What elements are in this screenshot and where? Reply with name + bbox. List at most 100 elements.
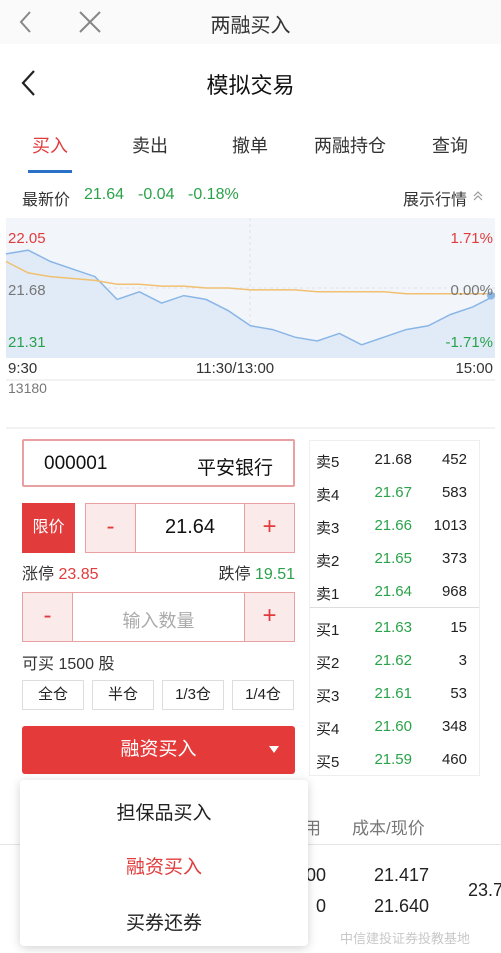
top-bar: 两融买入 xyxy=(0,0,501,44)
order-book-row[interactable]: 买4 21.60 348 xyxy=(310,710,479,742)
latest-price-label: 最新价 xyxy=(22,192,71,209)
volume-max-label: 13180 xyxy=(8,380,47,396)
y-axis-mid-right: 0.00% xyxy=(450,282,493,299)
margin-buy-submit-button[interactable]: 融资买入 xyxy=(22,726,295,774)
order-book-level: 卖4 xyxy=(316,487,340,504)
quote-line: 最新价 21.64 -0.04 -0.18% 展示行情 xyxy=(0,182,501,210)
order-book-volume: 452 xyxy=(441,451,467,468)
fraction-quarter-button[interactable]: 1/4仓 xyxy=(232,680,294,710)
chevron-up-icon[interactable] xyxy=(473,191,483,201)
order-book-volume: 53 xyxy=(450,685,467,702)
y-axis-top-left: 22.05 xyxy=(8,230,46,247)
price-increase-button[interactable]: + xyxy=(244,504,294,552)
price-input[interactable]: 21.64 xyxy=(136,516,244,539)
order-book-price: 21.66 xyxy=(374,517,412,534)
quantity-stepper: - 输入数量 + xyxy=(22,592,295,642)
tab-sell[interactable]: 卖出 xyxy=(100,132,200,158)
order-book-level: 买4 xyxy=(316,721,340,738)
price-change: -0.04 xyxy=(138,186,175,203)
order-book-price: 21.59 xyxy=(374,751,412,768)
fraction-third-button[interactable]: 1/3仓 xyxy=(162,680,224,710)
order-book: 卖5 21.68 452 卖4 21.67 583 卖3 21.66 1013 卖2 21.65 37… xyxy=(309,440,480,776)
order-book-level: 买3 xyxy=(316,688,340,705)
quantity-decrease-button[interactable]: - xyxy=(23,593,73,641)
show-market-toggle[interactable]: 展示行情 xyxy=(403,186,467,210)
limit-prices: 涨停 23.85 跌停 19.51 xyxy=(22,560,295,584)
tab-buy[interactable]: 买入 xyxy=(0,132,100,158)
order-book-row[interactable]: 卖2 21.65 373 xyxy=(310,542,479,574)
holdings-cell: 0 xyxy=(316,896,327,916)
y-axis-top-right: 1.71% xyxy=(450,230,493,247)
order-book-row[interactable]: 买5 21.59 460 xyxy=(310,743,479,775)
order-book-volume: 373 xyxy=(441,550,467,567)
order-book-row[interactable]: 买2 21.62 3 xyxy=(310,644,479,676)
stock-name: 平安银行 xyxy=(196,458,273,479)
fraction-full-button[interactable]: 全仓 xyxy=(22,680,84,710)
order-book-level: 卖3 xyxy=(316,520,340,537)
tab-query[interactable]: 查询 xyxy=(400,132,500,158)
order-book-level: 买5 xyxy=(316,754,340,771)
holdings-cell: 21.417 xyxy=(374,865,430,885)
page-header: 模拟交易 xyxy=(0,44,501,118)
order-book-row[interactable]: 买1 21.63 15 xyxy=(310,611,479,643)
limit-order-type-button[interactable]: 限价 xyxy=(22,503,75,553)
tab-margin-holdings[interactable]: 两融持仓 xyxy=(300,132,400,158)
order-book-level: 卖1 xyxy=(316,586,340,603)
limit-up-label: 涨停 xyxy=(22,566,55,583)
order-book-row[interactable]: 卖5 21.68 452 xyxy=(310,443,479,475)
y-axis-bottom-left: 21.31 xyxy=(8,334,46,351)
order-book-price: 21.68 xyxy=(374,451,412,468)
x-axis-label-start: 9:30 xyxy=(8,360,38,377)
order-book-price: 21.65 xyxy=(374,550,412,567)
caret-down-icon[interactable] xyxy=(269,746,279,754)
order-type-dropdown: 担保品买入 融资买入 买券还券 xyxy=(20,780,308,946)
order-book-row[interactable]: 卖3 21.66 1013 xyxy=(310,509,479,541)
order-book-row[interactable]: 卖1 21.64 968 xyxy=(310,575,479,607)
order-book-volume: 3 xyxy=(458,652,467,669)
order-book-volume: 583 xyxy=(441,484,467,501)
limit-up: 涨停 23.85 xyxy=(22,560,99,584)
x-axis-label-mid: 11:30/13:00 xyxy=(196,360,275,377)
buyable-quantity: 可买 1500 股 xyxy=(22,656,115,673)
y-axis-bottom-right: -1.71% xyxy=(445,334,493,351)
limit-down-label: 跌停 xyxy=(218,566,251,583)
holdings-cell: 00 xyxy=(306,865,327,885)
order-book-level: 卖2 xyxy=(316,553,340,570)
order-book-volume: 460 xyxy=(441,751,467,768)
order-book-divider xyxy=(310,607,479,608)
order-book-row[interactable]: 买3 21.61 53 xyxy=(310,677,479,709)
chart-canvas xyxy=(5,218,496,429)
order-book-price: 21.61 xyxy=(374,685,412,702)
position-fraction-buttons: 全仓 半仓 1/3仓 1/4仓 xyxy=(22,680,295,710)
price-decrease-button[interactable]: - xyxy=(86,504,136,552)
order-book-level: 买1 xyxy=(316,622,340,639)
menu-item-collateral-buy[interactable]: 担保品买入 xyxy=(20,798,308,825)
holdings-cell: 23.7 xyxy=(468,880,501,900)
limit-down: 跌停 19.51 xyxy=(218,560,295,584)
tab-bar: 买入 卖出 撤单 两融持仓 查询 xyxy=(0,124,501,172)
menu-item-buy-to-return[interactable]: 买券还券 xyxy=(20,908,308,935)
order-book-price: 21.63 xyxy=(374,619,412,636)
y-axis-mid-left: 21.68 xyxy=(8,282,46,299)
price-change-pct: -0.18% xyxy=(188,186,239,203)
active-tab-indicator xyxy=(28,170,72,173)
stock-selector[interactable]: 000001 平安银行 xyxy=(22,439,295,487)
watermark: 中信建投证券投教基地 xyxy=(340,931,471,946)
latest-price: 21.64 xyxy=(84,186,125,203)
quantity-input[interactable]: 输入数量 xyxy=(73,607,244,633)
order-book-row[interactable]: 卖4 21.67 583 xyxy=(310,476,479,508)
holdings-cell: 21.640 xyxy=(374,896,430,916)
order-book-price: 21.62 xyxy=(374,652,412,669)
order-book-price: 21.67 xyxy=(374,484,412,501)
fraction-half-button[interactable]: 半仓 xyxy=(92,680,154,710)
order-book-price: 21.64 xyxy=(374,583,412,600)
limit-up-value[interactable]: 23.85 xyxy=(58,566,98,583)
order-book-volume: 968 xyxy=(441,583,467,600)
stock-code: 000001 xyxy=(44,453,108,474)
limit-down-value[interactable]: 19.51 xyxy=(255,566,295,583)
price-stepper: - 21.64 + xyxy=(85,503,295,553)
quantity-increase-button[interactable]: + xyxy=(244,593,294,641)
tab-cancel[interactable]: 撤单 xyxy=(200,132,300,158)
order-book-volume: 1013 xyxy=(433,517,467,534)
menu-item-margin-buy[interactable]: 融资买入 xyxy=(20,852,308,879)
